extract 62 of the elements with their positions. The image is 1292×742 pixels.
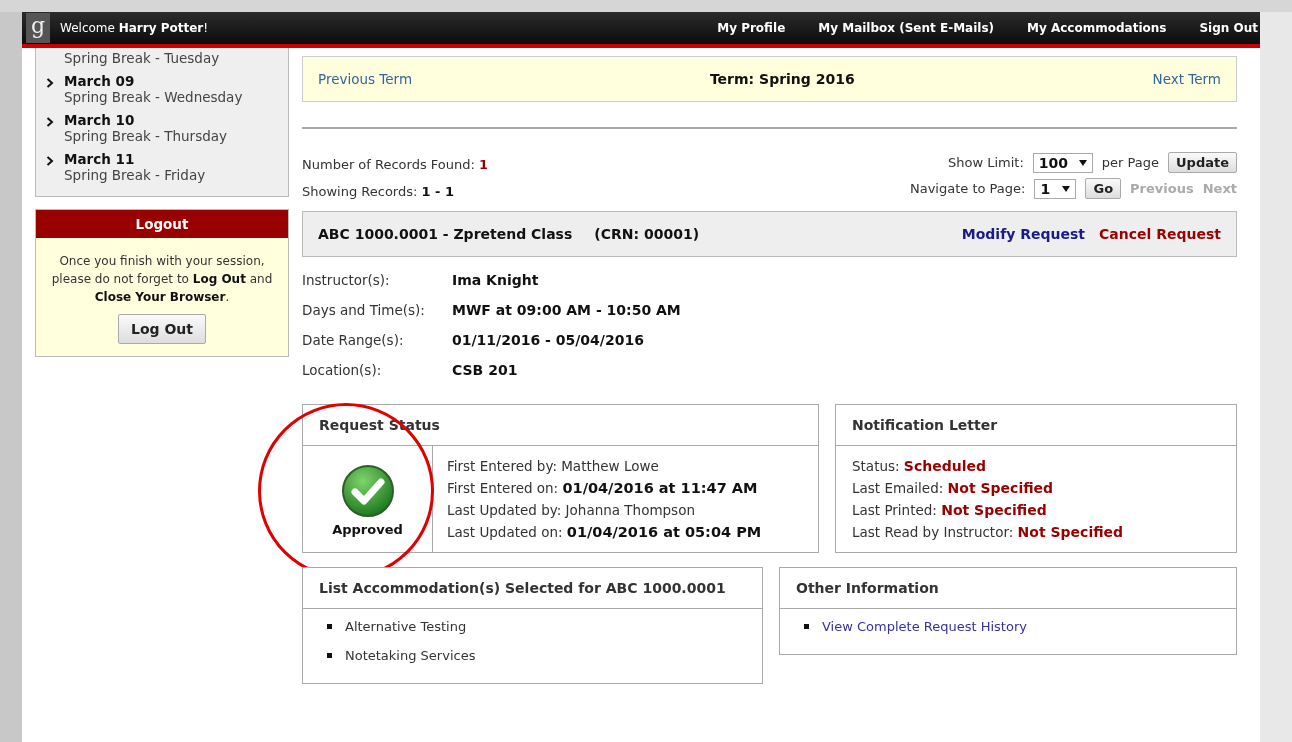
- bullet-icon: [327, 624, 332, 629]
- calendar-date[interactable]: March 10: [64, 112, 227, 128]
- go-button[interactable]: Go: [1085, 178, 1122, 199]
- detail-label: Date Range(s):: [302, 332, 405, 348]
- show-limit-label: Show Limit:: [948, 155, 1024, 170]
- calendar-event: Spring Break - Thursday: [64, 128, 227, 144]
- calendar-event: Spring Break - Tuesday: [64, 50, 220, 66]
- status-label: Approved: [332, 522, 403, 537]
- notification-detail: Status: Scheduled: [852, 458, 987, 474]
- page-select[interactable]: 1: [1034, 178, 1077, 199]
- update-button[interactable]: Update: [1168, 152, 1237, 173]
- notification-detail: Last Printed: Not Specified: [852, 502, 1048, 518]
- modify-request-link[interactable]: Modify Request: [961, 226, 1086, 242]
- panel-title: List Accommodation(s) Selected for ABC 1000.0001: [303, 568, 762, 609]
- logo: g: [26, 13, 50, 43]
- records-showing: Showing Records: 1 - 1: [302, 184, 456, 199]
- bullet-icon: [327, 653, 332, 658]
- logout-title: Logout: [36, 210, 288, 238]
- detail-label: Instructor(s):: [302, 272, 391, 288]
- panel-title: Other Information: [780, 568, 1236, 609]
- per-page-label: per Page: [1101, 155, 1159, 170]
- detail-label: Location(s):: [302, 362, 383, 378]
- course-crn: (CRN: 00001): [594, 226, 700, 242]
- detail-value: CSB 201: [452, 362, 519, 378]
- show-limit-select[interactable]: 100: [1032, 152, 1093, 173]
- status-detail: Last Updated by: Johanna Thompson: [447, 502, 696, 518]
- panel-title: Notification Letter: [836, 405, 1236, 446]
- checkmark-icon: [340, 464, 395, 518]
- course-title: ABC 1000.0001 - Zpretend Class: [318, 226, 573, 242]
- status-detail: First Entered on: 01/04/2016 at 11:47 AM: [447, 480, 759, 496]
- term-title: Term: Spring 2016: [709, 71, 855, 87]
- accommodation-item: Notetaking Services: [345, 648, 476, 663]
- next-term-link[interactable]: Next Term: [1152, 71, 1221, 87]
- bullet-icon: [804, 624, 809, 629]
- calendar-date[interactable]: March 09: [64, 73, 243, 89]
- chevron-icon: [46, 78, 54, 88]
- records-found: Number of Records Found: 1: [302, 157, 489, 172]
- logout-message: Once you finish with your session, please do not forget to Log Out and Close Your Browser.: [50, 253, 274, 306]
- calendar-event: Spring Break - Friday: [64, 167, 206, 183]
- welcome-text: Welcome Harry Potter!: [60, 21, 209, 35]
- cancel-request-link[interactable]: Cancel Request: [1099, 226, 1221, 242]
- request-history-link[interactable]: View Complete Request History: [822, 619, 1027, 634]
- previous-term-link[interactable]: Previous Term: [318, 71, 413, 87]
- detail-label: Days and Time(s):: [302, 302, 426, 318]
- nav-link[interactable]: My Mailbox (Sent E-Mails): [818, 21, 995, 35]
- detail-value: 01/11/2016 - 05/04/2016: [452, 332, 645, 348]
- navigate-label: Navigate to Page:: [910, 181, 1026, 196]
- nav-link[interactable]: My Accommodations: [1027, 21, 1167, 35]
- calendar-event: Spring Break - Wednesday: [64, 89, 243, 105]
- status-detail: Last Updated on: 01/04/2016 at 05:04 PM: [447, 524, 762, 540]
- accommodation-item: Alternative Testing: [345, 619, 467, 634]
- status-detail: First Entered by: Matthew Lowe: [447, 458, 660, 474]
- notification-detail: Last Emailed: Not Specified: [852, 480, 1055, 496]
- chevron-icon: [46, 117, 54, 127]
- notification-detail: Last Read by Instructor: Not Specified: [852, 524, 1125, 540]
- chevron-icon: [46, 156, 54, 166]
- nav-link[interactable]: Sign Out: [1199, 21, 1258, 35]
- detail-value: MWF at 09:00 AM - 10:50 AM: [452, 302, 682, 318]
- nav-link[interactable]: My Profile: [717, 21, 786, 35]
- detail-value: Ima Knight: [452, 272, 540, 288]
- calendar-date[interactable]: March 11: [64, 151, 206, 167]
- log-out-button[interactable]: Log Out: [118, 314, 206, 344]
